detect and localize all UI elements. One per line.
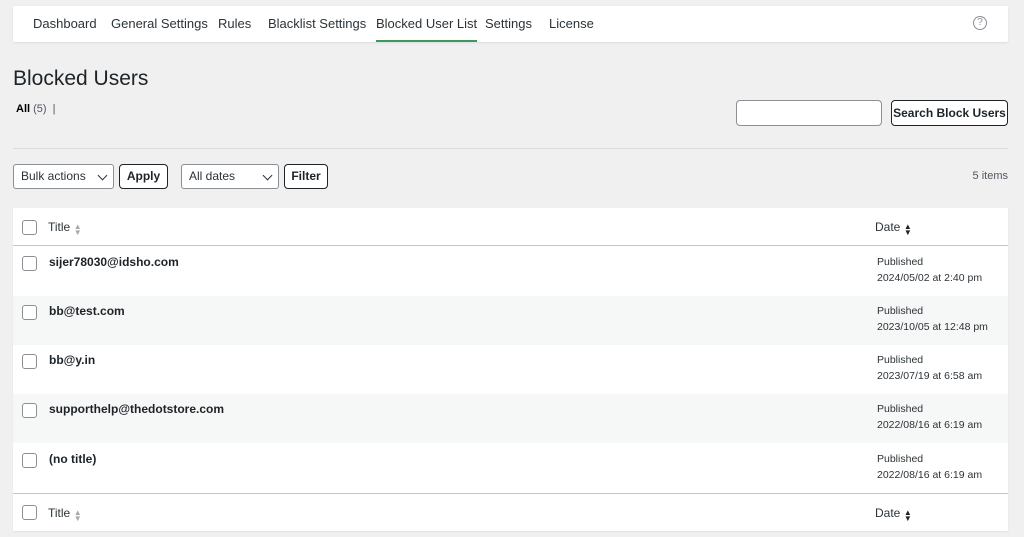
view-filters: All (5) | [16, 103, 56, 115]
column-title-header[interactable]: Title ▲▼ [48, 220, 82, 234]
sort-icon: ▲▼ [73, 507, 83, 520]
row-date: 2023/07/19 at 6:58 am [877, 370, 983, 382]
search-input[interactable] [736, 100, 882, 126]
column-date-label: Date [875, 506, 901, 520]
row-date: 2022/08/16 at 6:19 am [877, 469, 983, 481]
table-row: bb@y.in Published 2023/07/19 at 6:58 am [13, 345, 1008, 394]
row-checkbox[interactable] [22, 453, 37, 468]
dates-select[interactable]: All dates [181, 164, 279, 189]
tab-dashboard[interactable]: Dashboard [33, 6, 97, 42]
top-nav: Dashboard General Settings Rules Blackli… [13, 6, 1008, 42]
row-checkbox[interactable] [22, 305, 37, 320]
row-title-link[interactable]: bb@test.com [49, 304, 125, 318]
search-block-users-button[interactable]: Search Block Users [891, 100, 1008, 126]
sort-icon: ▲▼ [903, 507, 913, 520]
apply-button[interactable]: Apply [119, 164, 168, 189]
row-title-link[interactable]: (no title) [49, 452, 96, 466]
tab-license[interactable]: License [549, 6, 594, 42]
help-icon[interactable]: ? [973, 16, 987, 30]
tab-blacklist-settings[interactable]: Blacklist Settings [268, 6, 366, 42]
sort-icon: ▲▼ [73, 221, 83, 234]
row-title-link[interactable]: supporthelp@thedotstore.com [49, 402, 224, 416]
row-status: Published [877, 256, 924, 268]
table-row: sijer78030@idsho.com Published 2024/05/0… [13, 247, 1008, 296]
filter-button[interactable]: Filter [284, 164, 328, 189]
chevron-down-icon [97, 170, 108, 181]
view-all-link[interactable]: All [16, 103, 30, 115]
row-date: 2022/08/16 at 6:19 am [877, 419, 983, 431]
row-checkbox[interactable] [22, 256, 37, 271]
row-date: 2024/05/02 at 2:40 pm [877, 272, 983, 284]
select-all-checkbox[interactable] [22, 505, 37, 520]
column-title-label: Title [48, 220, 71, 234]
tab-rules[interactable]: Rules [218, 6, 251, 42]
blocked-users-table: Title ▲▼ Date ▲▼ sijer78030@idsho.com Publ… [13, 208, 1008, 531]
column-title-header[interactable]: Title ▲▼ [48, 506, 82, 520]
tab-settings[interactable]: Settings [485, 6, 532, 42]
row-status: Published [877, 305, 924, 317]
tab-blocked-user-list[interactable]: Blocked User List [376, 6, 478, 42]
row-checkbox[interactable] [22, 403, 37, 418]
sort-icon: ▲▼ [903, 221, 913, 234]
column-date-label: Date [875, 220, 901, 234]
dates-value: All dates [189, 169, 236, 183]
chevron-down-icon [262, 170, 273, 181]
row-title-link[interactable]: sijer78030@idsho.com [49, 255, 179, 269]
tab-general-settings[interactable]: General Settings [111, 6, 208, 42]
table-footer: Title ▲▼ Date ▲▼ [13, 493, 1008, 531]
page-title: Blocked Users [13, 67, 149, 90]
column-date-header[interactable]: Date ▲▼ [875, 506, 912, 520]
table-row: (no title) Published 2022/08/16 at 6:19 … [13, 444, 1008, 493]
table-row: supporthelp@thedotstore.com Published 20… [13, 394, 1008, 443]
row-status: Published [877, 453, 924, 465]
row-title-link[interactable]: bb@y.in [49, 353, 95, 367]
column-title-label: Title [48, 506, 71, 520]
row-date: 2023/10/05 at 12:48 pm [877, 321, 988, 333]
table-row: bb@test.com Published 2023/10/05 at 12:4… [13, 296, 1008, 345]
row-status: Published [877, 403, 924, 415]
column-date-header[interactable]: Date ▲▼ [875, 220, 912, 234]
bulk-actions-select[interactable]: Bulk actions [13, 164, 114, 189]
table-header: Title ▲▼ Date ▲▼ [13, 208, 1008, 246]
view-separator: | [52, 103, 56, 115]
row-status: Published [877, 354, 924, 366]
select-all-checkbox[interactable] [22, 220, 37, 235]
items-count: 5 items [972, 170, 1008, 182]
view-all-count: (5) [33, 103, 47, 115]
bulk-actions-value: Bulk actions [21, 169, 86, 183]
row-checkbox[interactable] [22, 354, 37, 369]
divider [13, 148, 1008, 149]
